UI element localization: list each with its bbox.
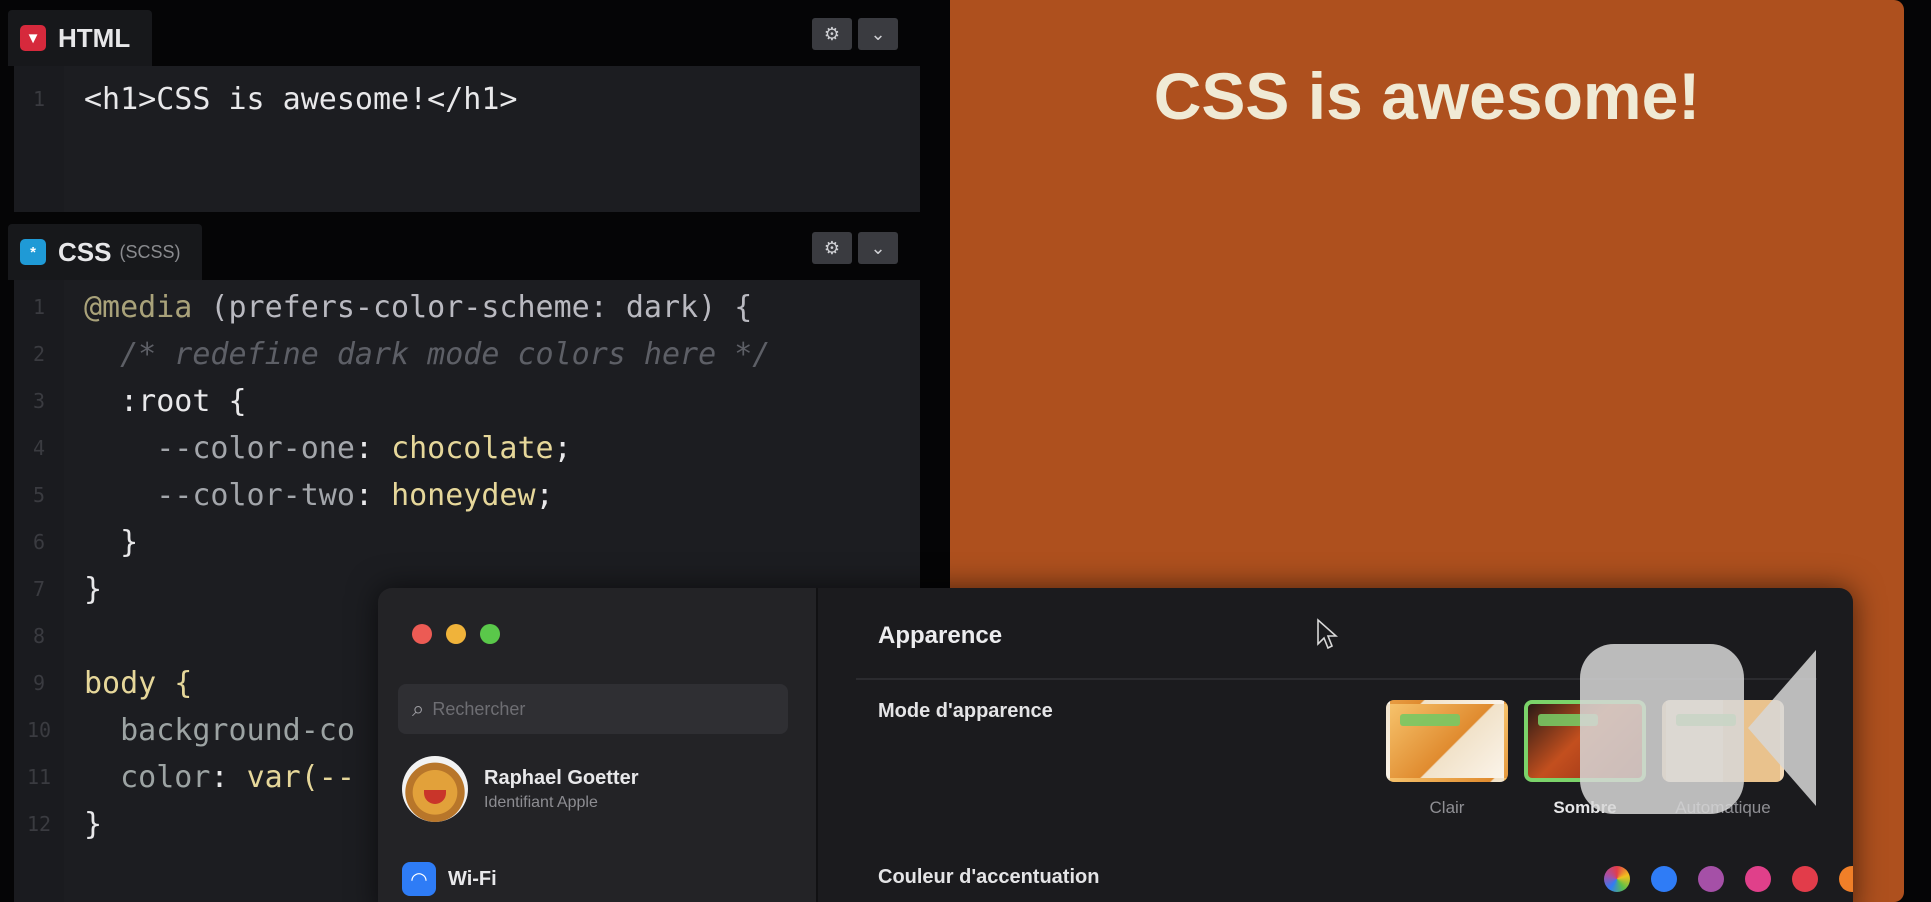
line-number: 9 (32, 671, 46, 695)
avatar (402, 756, 468, 822)
code-line: 1 @media (prefers-color-scheme: dark) { (14, 284, 920, 330)
code-text: } (84, 806, 103, 842)
css-tab-sublabel: (SCSS) (119, 241, 181, 262)
code-token: color (120, 759, 211, 795)
code-line: 5 --color-two: honeydew; (14, 472, 920, 518)
accent-color-swatch[interactable] (1745, 866, 1771, 892)
settings-search[interactable]: ⌕ (398, 684, 788, 734)
line-number: 4 (32, 436, 46, 460)
code-line: 4 --color-one: chocolate; (14, 425, 920, 471)
settings-gear-icon[interactable]: ⚙ (812, 232, 852, 264)
mode-option-light[interactable]: Clair (1386, 700, 1508, 818)
close-button[interactable] (412, 624, 432, 644)
window-controls (412, 624, 500, 644)
css-tab-label: CSS (58, 236, 112, 267)
line-number: 5 (32, 483, 46, 507)
search-input[interactable] (432, 698, 763, 720)
code-line: 1 <h1>CSS is awesome!</h1> (14, 76, 920, 122)
code-token: var(-- (246, 759, 355, 795)
user-subtitle: Identifiant Apple (484, 793, 598, 811)
camera-body (1580, 644, 1744, 814)
code-line: 6 } (14, 519, 920, 565)
html-tab-label: HTML (58, 22, 131, 53)
preview-heading: CSS is awesome! (1153, 59, 1701, 133)
accent-color-swatch[interactable] (1698, 866, 1724, 892)
line-number: 8 (32, 624, 46, 648)
code-token: --color-two (156, 477, 355, 513)
code-token: background-co (120, 712, 355, 748)
user-info: Raphael Goetter Identifiant Apple (484, 767, 638, 812)
apple-id-item[interactable]: Raphael Goetter Identifiant Apple (402, 756, 638, 822)
code-text: @media (prefers-color-scheme: dark) { (64, 290, 752, 325)
line-number: 1 (32, 87, 46, 111)
accent-color-swatch[interactable] (1651, 866, 1677, 892)
code-token: chocolate (391, 430, 554, 466)
html-code-area[interactable]: 1 <h1>CSS is awesome!</h1> (14, 66, 920, 212)
chevron-down-icon[interactable]: ⌄ (858, 18, 898, 50)
code-line: 2 /* redefine dark mode colors here */ (14, 331, 920, 377)
code-text: color: var(-- (120, 759, 355, 795)
light-mode-thumbnail[interactable] (1386, 700, 1508, 782)
accent-color-swatch[interactable] (1839, 866, 1853, 892)
css-tab[interactable]: * CSS (SCSS) (8, 224, 203, 280)
code-token: --color-one (156, 430, 355, 466)
code-token: (prefers-color-scheme: dark) { (192, 289, 753, 325)
line-number: 1 (32, 295, 46, 319)
accent-color-swatch[interactable] (1792, 866, 1818, 892)
code-token: @media (84, 289, 193, 325)
user-name: Raphael Goetter (484, 766, 639, 789)
accent-color-swatches (1604, 866, 1853, 892)
line-number: 10 (26, 718, 52, 742)
line-number: 12 (26, 812, 52, 836)
appearance-mode-label: Mode d'apparence (878, 700, 1053, 722)
html-code: <h1>CSS is awesome!</h1> (84, 81, 518, 117)
video-camera-icon (1580, 644, 1816, 814)
settings-gear-icon[interactable]: ⚙ (812, 18, 852, 50)
code-line: 3 :root { (14, 378, 920, 424)
line-number: 2 (32, 342, 46, 366)
html-panel-controls: ⚙ ⌄ (812, 18, 898, 50)
pane-title: Apparence (878, 622, 1003, 649)
code-text: :root { (64, 383, 247, 419)
sidebar-item-label: Wi-Fi (448, 867, 497, 890)
code-text: --color-two: honeydew; (156, 477, 554, 513)
mouse-pointer-icon (1317, 618, 1338, 650)
code-token: } (120, 524, 139, 560)
css-lang-icon: * (20, 239, 46, 265)
html-tab[interactable]: ▼ HTML (8, 10, 153, 66)
code-text: } (84, 571, 103, 607)
code-text: /* redefine dark mode colors here */ (64, 337, 770, 372)
sidebar-item-wifi[interactable]: ◠ Wi-Fi (402, 862, 497, 896)
code-text: --color-one: chocolate; (156, 430, 572, 466)
code-token: honeydew (391, 477, 536, 513)
zoom-button[interactable] (480, 624, 500, 644)
code-text: body { (84, 665, 193, 701)
code-text: } (64, 525, 138, 560)
html-panel-header: ▼ HTML ⚙ ⌄ (0, 0, 920, 66)
css-panel-header: * CSS (SCSS) ⚙ ⌄ (0, 214, 920, 280)
search-icon: ⌕ (412, 696, 425, 721)
line-number: 3 (32, 389, 46, 413)
code-text: background-co (64, 713, 355, 748)
settings-sidebar: ⌕ Raphael Goetter Identifiant Apple ◠ Wi… (378, 588, 818, 902)
line-number: 7 (32, 577, 46, 601)
thumb-bar (1400, 714, 1460, 726)
wifi-icon: ◠ (402, 862, 436, 896)
mode-label: Clair (1429, 798, 1465, 817)
line-number: 11 (26, 765, 52, 789)
chevron-down-icon[interactable]: ⌄ (858, 232, 898, 264)
css-panel-controls: ⚙ ⌄ (812, 232, 898, 264)
code-token: :root { (120, 383, 247, 419)
html-lang-icon: ▼ (20, 25, 46, 51)
code-comment: /* redefine dark mode colors here */ (120, 336, 771, 372)
accent-color-swatch[interactable] (1604, 866, 1630, 892)
accent-color-label: Couleur d'accentuation (878, 866, 1100, 888)
line-number: 6 (32, 530, 46, 554)
minimize-button[interactable] (446, 624, 466, 644)
camera-lens (1748, 650, 1816, 806)
